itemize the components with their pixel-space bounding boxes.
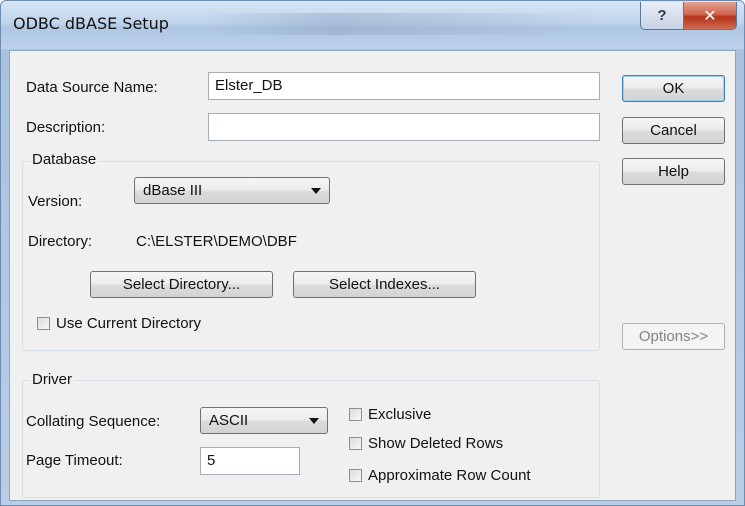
page-timeout-input[interactable]: 5: [200, 447, 300, 475]
use-current-directory-checkbox[interactable]: Use Current Directory: [37, 315, 201, 332]
data-source-name-input[interactable]: Elster_DB: [208, 72, 600, 100]
checkbox-box: [349, 437, 362, 450]
version-select[interactable]: dBase III: [134, 177, 330, 204]
collating-sequence-select[interactable]: ASCII: [200, 407, 328, 434]
ok-button[interactable]: OK: [622, 75, 725, 102]
dialog-client-area: Data Source Name: Elster_DB Description:…: [9, 50, 736, 501]
version-label: Version:: [28, 193, 83, 210]
data-source-name-label: Data Source Name:: [26, 79, 158, 96]
chevron-down-icon: [311, 188, 321, 194]
exclusive-checkbox[interactable]: Exclusive: [349, 406, 431, 423]
collating-sequence-label: Collating Sequence:: [26, 413, 161, 430]
titlebar-help-button[interactable]: ?: [640, 2, 684, 30]
select-directory-button[interactable]: Select Directory...: [90, 271, 273, 298]
show-deleted-rows-checkbox[interactable]: Show Deleted Rows: [349, 435, 503, 452]
window-title: ODBC dBASE Setup: [13, 14, 169, 33]
exclusive-label: Exclusive: [368, 406, 432, 423]
checkbox-box: [37, 317, 50, 330]
dialog-window: ODBC dBASE Setup ? ✕ Data Source Name: E…: [0, 0, 745, 506]
cancel-button[interactable]: Cancel: [622, 117, 725, 144]
version-select-value: dBase III: [143, 182, 203, 199]
question-mark-icon: ?: [657, 7, 667, 24]
checkbox-box: [349, 408, 362, 421]
show-deleted-rows-label: Show Deleted Rows: [368, 435, 504, 452]
approximate-row-count-checkbox[interactable]: Approximate Row Count: [349, 467, 531, 484]
titlebar-close-button[interactable]: ✕: [683, 2, 737, 30]
select-indexes-button[interactable]: Select Indexes...: [293, 271, 476, 298]
approximate-row-count-label: Approximate Row Count: [368, 467, 531, 484]
title-bar-background-blur: [201, 13, 601, 35]
database-group-label: Database: [30, 151, 99, 168]
page-timeout-label: Page Timeout:: [26, 452, 123, 469]
collating-sequence-value: ASCII: [209, 412, 249, 429]
options-button[interactable]: Options>>: [622, 323, 725, 350]
use-current-directory-label: Use Current Directory: [56, 315, 202, 332]
description-label: Description:: [26, 119, 106, 136]
chevron-down-icon: [309, 418, 319, 424]
checkbox-box: [349, 469, 362, 482]
help-button[interactable]: Help: [622, 158, 725, 185]
driver-group-label: Driver: [30, 371, 74, 388]
directory-label: Directory:: [28, 233, 93, 250]
directory-value: C:\ELSTER\DEMO\DBF: [136, 233, 297, 250]
description-input[interactable]: [208, 113, 600, 141]
close-icon: ✕: [703, 7, 717, 25]
title-bar[interactable]: ODBC dBASE Setup ? ✕: [1, 1, 744, 49]
